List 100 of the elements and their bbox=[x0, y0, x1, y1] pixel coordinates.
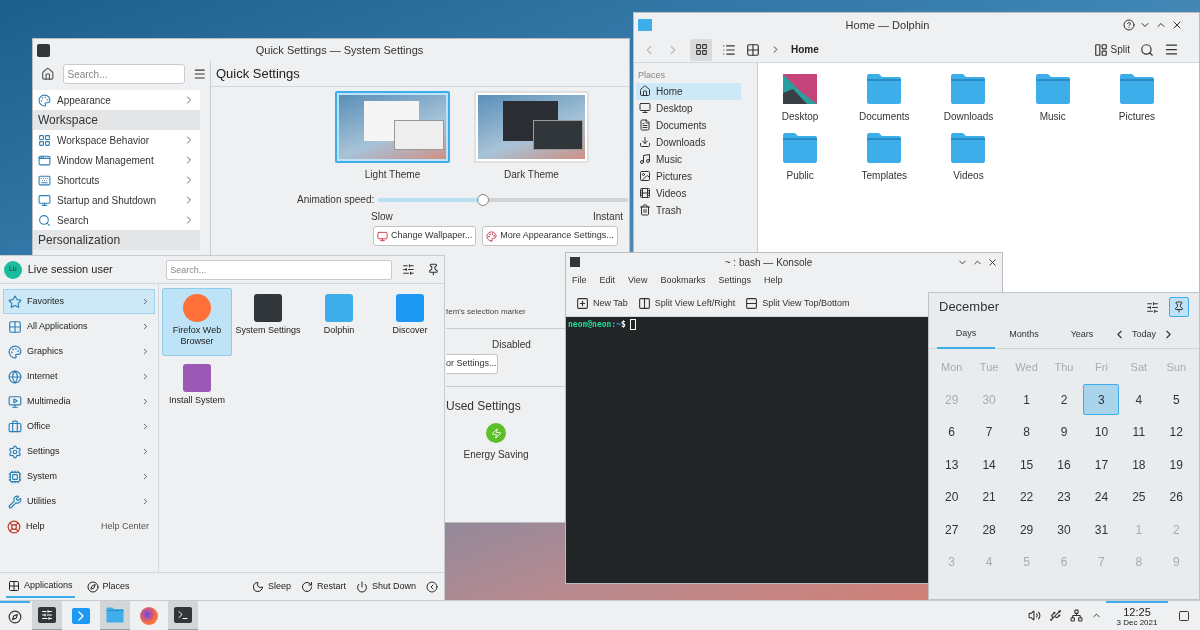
sidebar-item[interactable]: Search bbox=[33, 210, 200, 230]
toolbar-button[interactable]: Split View Top/Bottom bbox=[745, 296, 850, 311]
folder-item[interactable]: Desktop bbox=[758, 73, 843, 124]
category-item[interactable]: Settings bbox=[3, 439, 155, 464]
menu-item[interactable]: File bbox=[572, 274, 587, 288]
close-icon[interactable] bbox=[1171, 19, 1183, 31]
power-action[interactable]: Sleep bbox=[251, 579, 291, 594]
search-field[interactable]: Search... bbox=[166, 259, 393, 280]
app-tile[interactable]: Dolphin bbox=[304, 288, 374, 356]
day-cell[interactable]: 8 bbox=[1008, 416, 1045, 448]
day-cell[interactable]: 3 bbox=[1083, 384, 1120, 416]
app-tile[interactable]: System Settings bbox=[233, 288, 303, 356]
day-cell[interactable]: 15 bbox=[1008, 449, 1045, 481]
folder-item[interactable]: Pictures bbox=[1094, 73, 1179, 124]
day-cell[interactable]: 10 bbox=[1083, 416, 1120, 448]
category-item[interactable]: Graphics bbox=[3, 339, 155, 364]
pin-icon[interactable] bbox=[427, 263, 440, 276]
day-cell[interactable]: 20 bbox=[933, 481, 970, 513]
help-icon[interactable] bbox=[1123, 19, 1135, 31]
list-icon[interactable] bbox=[722, 42, 736, 57]
close-icon[interactable] bbox=[987, 256, 998, 268]
folder-item[interactable]: Downloads bbox=[926, 73, 1011, 124]
place-item[interactable]: Music bbox=[636, 150, 741, 168]
folder-item[interactable]: Documents bbox=[842, 73, 927, 124]
settings-button[interactable]: More Appearance Settings... bbox=[482, 226, 618, 246]
category-item[interactable]: System bbox=[3, 464, 155, 489]
usb-icon[interactable] bbox=[1049, 609, 1062, 622]
breadcrumb[interactable]: Home bbox=[791, 42, 1084, 57]
category-item[interactable]: Internet bbox=[3, 364, 155, 389]
day-cell[interactable]: 18 bbox=[1120, 449, 1157, 481]
split-button[interactable]: Split bbox=[1093, 42, 1130, 57]
place-item[interactable]: Pictures bbox=[636, 167, 741, 185]
task-button[interactable] bbox=[168, 600, 198, 630]
search-field[interactable]: Search... bbox=[62, 64, 185, 84]
day-cell[interactable]: 5 bbox=[1158, 384, 1195, 416]
app-tile[interactable]: Discover bbox=[375, 288, 445, 356]
sidebar-item[interactable]: Workspace Behavior bbox=[33, 130, 200, 150]
category-item[interactable]: All Applications bbox=[3, 314, 155, 339]
collapse-icon[interactable] bbox=[426, 580, 438, 593]
app-tile[interactable]: Firefox Web Browser bbox=[162, 288, 232, 356]
pin-button[interactable] bbox=[1169, 297, 1189, 317]
day-cell[interactable]: 24 bbox=[1083, 481, 1120, 513]
day-cell[interactable]: 30 bbox=[1046, 514, 1082, 546]
day-cell[interactable]: 16 bbox=[1046, 449, 1082, 481]
menu-item[interactable]: Bookmarks bbox=[660, 274, 706, 288]
place-item[interactable]: Desktop bbox=[636, 99, 741, 117]
place-item[interactable]: Videos bbox=[636, 184, 741, 202]
menu-item[interactable]: View bbox=[628, 274, 648, 288]
folder-item[interactable]: Videos bbox=[926, 132, 1011, 183]
clock[interactable]: 12:25 3 Dec 2021 bbox=[1106, 600, 1168, 630]
search-icon[interactable] bbox=[1140, 42, 1154, 57]
settings-icon[interactable] bbox=[402, 263, 416, 276]
footer-tab[interactable]: Places bbox=[84, 575, 132, 598]
sidebar-item[interactable]: Appearance bbox=[33, 90, 200, 110]
day-cell[interactable]: 19 bbox=[1158, 449, 1195, 481]
day-cell[interactable]: 22 bbox=[1008, 481, 1045, 513]
day-cell[interactable]: 12 bbox=[1158, 416, 1195, 448]
place-item[interactable]: Downloads bbox=[636, 133, 741, 151]
day-cell[interactable]: 6 bbox=[933, 416, 970, 448]
icons-view-button[interactable] bbox=[690, 38, 712, 61]
day-cell[interactable]: 26 bbox=[1158, 481, 1195, 513]
folder-item[interactable]: Music bbox=[1010, 73, 1095, 124]
menu-icon[interactable] bbox=[192, 66, 206, 82]
menu-icon[interactable] bbox=[1164, 42, 1179, 57]
menu-item[interactable]: Edit bbox=[599, 274, 616, 288]
sidebar-item[interactable]: Startup and Shutdown bbox=[33, 190, 200, 210]
day-cell[interactable]: 11 bbox=[1120, 416, 1157, 448]
day-cell[interactable]: 31 bbox=[1083, 514, 1120, 546]
settings-icon[interactable] bbox=[1146, 300, 1159, 314]
folder-item[interactable]: Public bbox=[758, 132, 843, 183]
toolbar-button[interactable]: New Tab bbox=[576, 296, 628, 311]
quick-setting-item[interactable]: Energy Saving bbox=[456, 423, 536, 462]
day-cell[interactable]: 27 bbox=[933, 514, 970, 546]
folder-item[interactable]: Templates bbox=[842, 132, 927, 183]
network-icon[interactable] bbox=[1070, 609, 1083, 622]
settings-button[interactable]: Change Wallpaper... bbox=[373, 226, 477, 246]
sidebar-item[interactable]: Shortcuts bbox=[33, 170, 200, 190]
place-item[interactable]: Home bbox=[636, 82, 741, 100]
help-item[interactable]: Help Help Center bbox=[3, 514, 155, 539]
day-cell[interactable]: 4 bbox=[1120, 384, 1157, 416]
calendar-tab[interactable]: Days bbox=[937, 320, 995, 349]
toolbar-button[interactable]: Split View Left/Right bbox=[637, 296, 736, 311]
place-item[interactable]: Documents bbox=[636, 116, 741, 134]
menu-item[interactable]: Settings bbox=[718, 274, 751, 288]
day-cell[interactable]: 17 bbox=[1083, 449, 1120, 481]
day-cell[interactable]: 23 bbox=[1046, 481, 1082, 513]
day-cell[interactable]: 13 bbox=[933, 449, 970, 481]
calendar-tab[interactable]: Years bbox=[1053, 320, 1111, 349]
day-cell[interactable]: 29 bbox=[1008, 514, 1045, 546]
animation-slider[interactable] bbox=[378, 193, 629, 206]
footer-tab[interactable]: Applications bbox=[6, 575, 75, 598]
power-action[interactable]: Restart bbox=[300, 579, 346, 594]
power-action[interactable]: Shut Down bbox=[355, 579, 416, 594]
category-item[interactable]: Multimedia bbox=[3, 389, 155, 414]
day-cell[interactable]: 9 bbox=[1046, 416, 1082, 448]
sidebar-item[interactable]: Window Management bbox=[33, 150, 200, 170]
day-cell[interactable]: 1 bbox=[1008, 384, 1045, 416]
today-button[interactable]: Today bbox=[1132, 327, 1157, 342]
task-button[interactable] bbox=[32, 600, 62, 630]
speaker-icon[interactable] bbox=[1028, 609, 1041, 622]
